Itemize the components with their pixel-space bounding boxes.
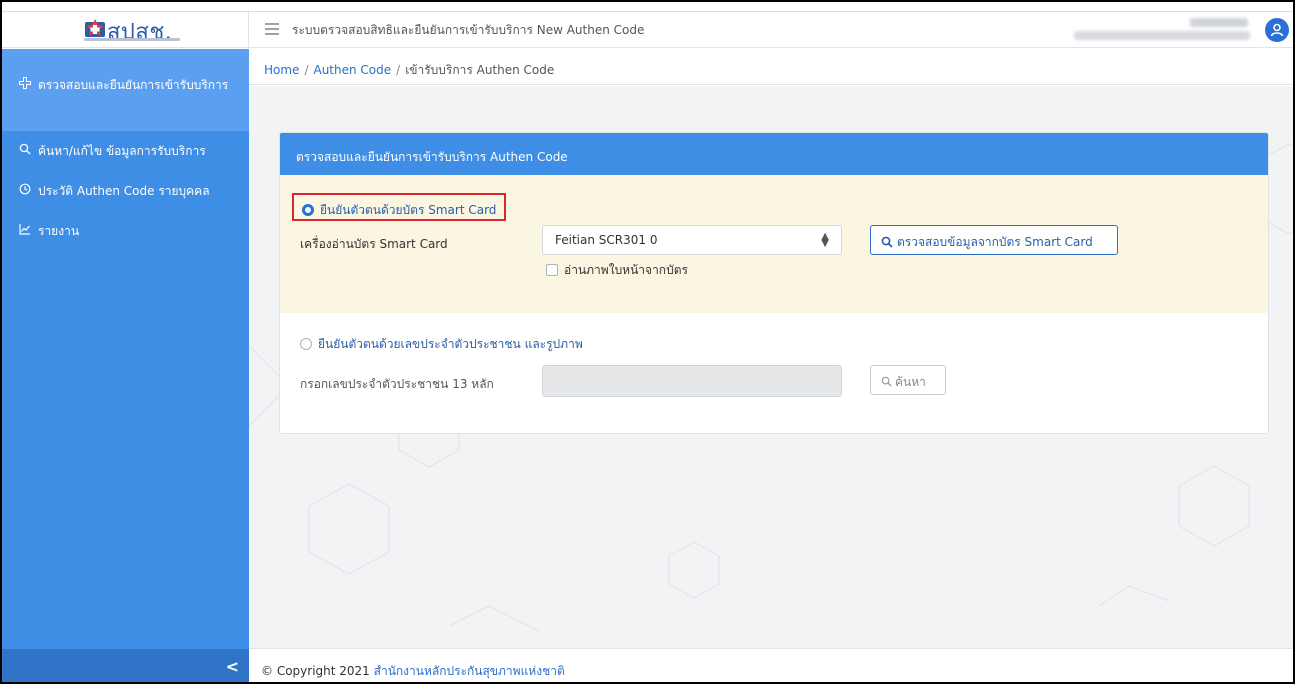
copyright-text: © Copyright 2021 <box>261 664 370 678</box>
radio-selected-icon[interactable] <box>302 204 314 216</box>
sidebar-item-verify-service[interactable]: ตรวจสอบและยืนยันการเข้ารับบริการ <box>2 49 249 131</box>
nhso-logo-icon <box>85 19 105 37</box>
sidebar-item-label: ค้นหา/แก้ไข ข้อมูลการรับบริการ <box>38 144 206 158</box>
breadcrumb-separator: / <box>396 63 401 77</box>
top-strip <box>2 2 1293 12</box>
breadcrumb: Home / Authen Code / เข้ารับบริการ Authen Co… <box>249 49 1293 85</box>
citizen-search-button-label: ค้นหา <box>895 375 926 389</box>
smartcard-section: ยืนยันตัวตนด้วยบัตร Smart Card เครื่องอ่… <box>280 175 1268 313</box>
search-icon <box>881 376 892 387</box>
sidebar-item-history[interactable]: ประวัติ Authen Code รายบุคคล <box>2 171 249 211</box>
citizen-id-radio-option[interactable]: ยืนยันตัวตนด้วยเลขประจำตัวประชาชน และรูป… <box>300 335 583 354</box>
citizen-id-section: ยืนยันตัวตนด้วยเลขประจำตัวประชาชน และรูป… <box>280 313 1268 433</box>
user-name-redacted <box>1190 18 1248 27</box>
sidebar-item-report[interactable]: รายงาน <box>2 211 249 251</box>
logo-subtitle-placeholder <box>84 38 180 41</box>
user-org-redacted <box>1074 31 1250 40</box>
plus-cross-icon <box>18 77 32 94</box>
citizen-id-input[interactable] <box>542 365 842 397</box>
smartcard-radio-option[interactable]: ยืนยันตัวตนด้วยบัตร Smart Card <box>292 193 507 221</box>
radio-unselected-icon[interactable] <box>300 338 312 350</box>
card-reader-label: เครื่องอ่านบัตร Smart Card <box>300 237 448 251</box>
card-title: ตรวจสอบและยืนยันการเข้ารับบริการ Authen … <box>280 133 1268 175</box>
app-frame: สปสช. ระบบตรวจสอบสิทธิและยืนยันการเข้ารั… <box>0 0 1295 684</box>
main-content: ตรวจสอบและยืนยันการเข้ารับบริการ Authen … <box>249 86 1293 648</box>
search-icon <box>881 236 893 248</box>
citizen-id-radio-label: ยืนยันตัวตนด้วยเลขประจำตัวประชาชน และรูป… <box>318 337 583 351</box>
sidebar-item-label: รายงาน <box>38 224 80 238</box>
breadcrumb-authen-code-link[interactable]: Authen Code <box>313 63 391 77</box>
citizen-id-label: กรอกเลขประจำตัวประชาชน 13 หลัก <box>300 377 494 391</box>
page-footer: © Copyright 2021 สำนักงานหลักประกันสุขภา… <box>249 648 1293 682</box>
sidebar: ตรวจสอบและยืนยันการเข้ารับบริการ ค้นหา/แ… <box>2 49 249 682</box>
chart-line-icon <box>18 211 32 251</box>
sidebar-footer: < <box>2 649 249 682</box>
breadcrumb-current: เข้ารับบริการ Authen Code <box>405 63 555 77</box>
sidebar-item-search-edit[interactable]: ค้นหา/แก้ไข ข้อมูลการรับบริการ <box>2 131 249 171</box>
hamburger-menu-icon[interactable] <box>265 23 279 35</box>
app-title: ระบบตรวจสอบสิทธิและยืนยันการเข้ารับบริกา… <box>292 23 645 37</box>
footer-org-link[interactable]: สำนักงานหลักประกันสุขภาพแห่งชาติ <box>374 664 565 678</box>
verify-card: ตรวจสอบและยืนยันการเข้ารับบริการ Authen … <box>279 132 1269 434</box>
read-face-photo-checkbox-row[interactable]: อ่านภาพใบหน้าจากบัตร <box>546 261 688 280</box>
sidebar-item-label: ประวัติ Authen Code รายบุคคล <box>38 184 210 198</box>
select-sort-arrows-icon: ▲ ▼ <box>821 231 829 249</box>
check-smartcard-button-label: ตรวจสอบข้อมูลจากบัตร Smart Card <box>897 235 1093 249</box>
logo-text: สปสช. <box>107 20 173 45</box>
search-icon <box>18 131 32 171</box>
history-icon <box>18 171 32 211</box>
logo[interactable]: สปสช. <box>2 12 249 48</box>
read-face-photo-checkbox[interactable] <box>546 264 558 276</box>
breadcrumb-separator: / <box>304 63 309 77</box>
check-smartcard-button[interactable]: ตรวจสอบข้อมูลจากบัตร Smart Card <box>870 225 1118 255</box>
read-face-photo-label: อ่านภาพใบหน้าจากบัตร <box>564 263 688 277</box>
collapse-sidebar-chevron-left-icon[interactable]: < <box>226 657 239 676</box>
card-reader-value: Feitian SCR301 0 <box>555 233 658 247</box>
user-icon <box>1270 23 1284 37</box>
breadcrumb-home-link[interactable]: Home <box>264 63 299 77</box>
smartcard-radio-label: ยืนยันตัวตนด้วยบัตร Smart Card <box>320 203 497 217</box>
sidebar-item-label: ตรวจสอบและยืนยันการเข้ารับบริการ <box>38 78 229 92</box>
card-reader-select[interactable]: Feitian SCR301 0 ▲ ▼ <box>542 225 842 255</box>
app-header: สปสช. ระบบตรวจสอบสิทธิและยืนยันการเข้ารั… <box>2 12 1293 48</box>
citizen-search-button[interactable]: ค้นหา <box>870 365 946 395</box>
user-avatar-icon[interactable] <box>1265 18 1289 42</box>
